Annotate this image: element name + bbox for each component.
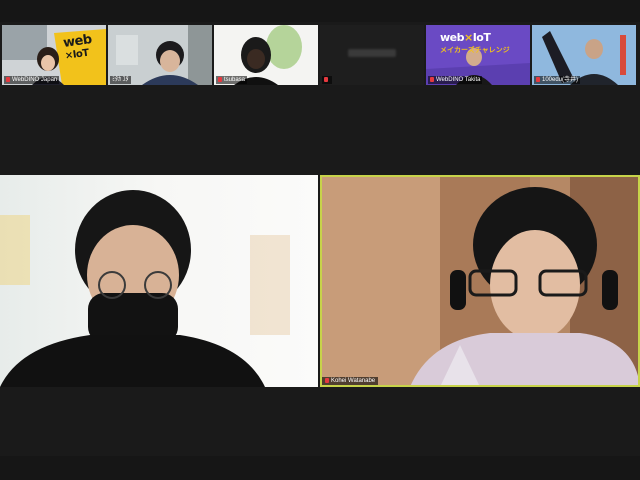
video-off-placeholder xyxy=(348,49,396,57)
mic-muted-icon xyxy=(430,77,434,82)
logo-subtitle: メイカーズチャレンジ xyxy=(440,47,510,54)
participant-tile[interactable]: web×IoT メイカーズチャレンジ WebDINO Takita xyxy=(426,25,530,85)
mic-muted-icon xyxy=(325,378,329,383)
meeting-top-bar xyxy=(0,0,640,22)
participant-tile[interactable]: tsubasa xyxy=(214,25,318,85)
participant-name: tsubasa xyxy=(216,76,248,84)
participant-name xyxy=(322,76,332,84)
participant-tile[interactable] xyxy=(320,25,424,85)
mic-muted-icon xyxy=(536,77,540,82)
active-speaker-tile[interactable]: Kohei Watanabe xyxy=(320,175,640,387)
logo-iot: IoT xyxy=(72,47,90,61)
logo-line-web: web xyxy=(440,31,465,44)
video-feed xyxy=(320,175,640,387)
event-logo: web ×IoT xyxy=(62,32,94,63)
participant-tile[interactable]: 100edu(寺井) xyxy=(532,25,636,85)
meeting-bottom-bar xyxy=(0,456,640,480)
participant-tile[interactable]: web ×IoT WebDINO Japan xyxy=(2,25,106,85)
mic-muted-icon xyxy=(6,77,10,82)
participant-name: Kohei Watanabe xyxy=(322,377,379,385)
video-feed xyxy=(0,175,318,387)
participant-name: WebDINO Japan xyxy=(4,76,60,84)
logo-cross: × xyxy=(464,31,473,44)
participant-name: ﾐﾀｶ ﾕﾀ xyxy=(110,76,131,84)
gallery-strip[interactable]: web ×IoT WebDINO Japan ﾐﾀｶ ﾕﾀ tsubasa we… xyxy=(0,25,640,85)
event-logo-banner: web×IoT xyxy=(440,31,491,44)
mic-muted-icon xyxy=(324,77,328,82)
participant-tile[interactable]: ﾐﾀｶ ﾕﾀ xyxy=(108,25,212,85)
participant-name: 100edu(寺井) xyxy=(534,76,581,84)
logo-iot: IoT xyxy=(472,31,491,44)
mic-muted-icon xyxy=(218,77,222,82)
speaker-tile[interactable] xyxy=(0,175,318,387)
participant-name: WebDINO Takita xyxy=(428,76,483,84)
